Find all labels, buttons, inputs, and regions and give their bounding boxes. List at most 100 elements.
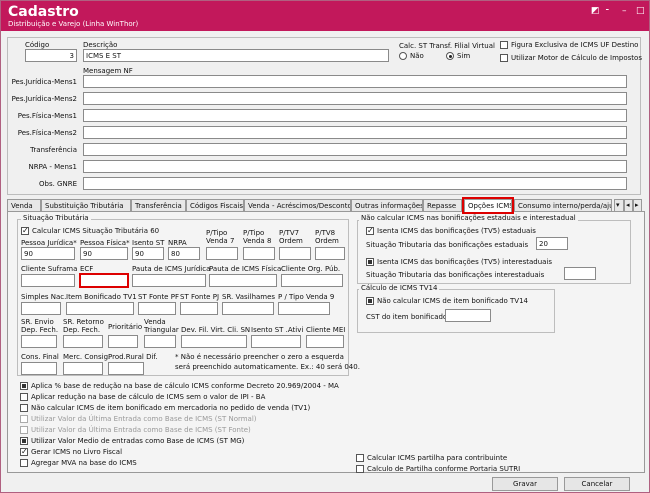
isento-at-label: Isento ST .Ativi xyxy=(251,326,304,334)
prioritario-label: Prioritário xyxy=(108,323,143,331)
msg-row-label: Pes.Jurídica-Mens2 xyxy=(11,95,77,103)
opt-agregar-label: Agregar MVA na base do ICMS xyxy=(31,459,137,467)
msg-row-label: Pes.Física-Mens1 xyxy=(17,112,77,120)
nao-calc-tv14-checkbox[interactable] xyxy=(366,297,374,305)
tab-opcoes-icms[interactable]: Opções ICMS xyxy=(462,197,514,214)
opt-ult-fonte-checkbox[interactable] xyxy=(20,426,28,434)
ptipo7-input[interactable] xyxy=(206,247,238,260)
msg-pf2-input[interactable] xyxy=(83,126,627,139)
codigo-input[interactable]: 3 xyxy=(25,49,77,62)
minimize-icon[interactable]: – xyxy=(622,6,627,16)
calc-st60-checkbox[interactable] xyxy=(21,226,29,235)
cli-suframa-input[interactable] xyxy=(21,274,75,287)
ptipo8-input[interactable] xyxy=(243,247,275,260)
msg-nrpa-input[interactable] xyxy=(83,160,627,173)
nao-calc-tv14-label: Não calcular ICMS de item bonificado TV1… xyxy=(377,297,528,305)
msg-transf-input[interactable] xyxy=(83,143,627,156)
cancelar-button[interactable]: Cancelar xyxy=(564,477,630,491)
opt-nao-calc-checkbox[interactable] xyxy=(20,404,28,412)
pf-input[interactable]: 90 xyxy=(80,247,128,260)
ptipo8-label: P/Tipo Venda 8 xyxy=(243,229,272,245)
venda-tri-input[interactable] xyxy=(144,335,176,348)
dev-fil-input[interactable] xyxy=(181,335,247,348)
pauta-pf-input[interactable] xyxy=(209,274,277,287)
dev-fil-label: Dev. Fil. Virt. Cli. SN xyxy=(181,326,251,334)
window-subtitle: Distribuição e Varejo (Linha WinThor) xyxy=(8,20,139,28)
codigo-label: Código xyxy=(25,41,50,49)
opt-gerar-checkbox[interactable] xyxy=(20,447,28,456)
motor-calculo-checkbox[interactable] xyxy=(500,54,508,62)
ptv7-input[interactable] xyxy=(279,247,311,260)
cli-suframa-label: Cliente Suframa xyxy=(21,265,78,273)
options-icon[interactable]: ⁃ xyxy=(605,6,610,16)
opt-medio-label: Utilizar Valor Medio de entradas como Ba… xyxy=(31,437,245,445)
sr-envio-input[interactable] xyxy=(21,335,57,348)
isenta-est-checkbox[interactable] xyxy=(366,226,374,235)
figura-exclusiva-label: Figura Exclusiva de ICMS UF Destino xyxy=(511,41,639,49)
ptv8-input[interactable] xyxy=(315,247,345,260)
sr-ret-input[interactable] xyxy=(63,335,103,348)
prioritario-input[interactable] xyxy=(108,335,138,348)
pj-label: Pessoa Jurídica* xyxy=(21,239,77,247)
cst-tv14-input[interactable] xyxy=(445,309,491,322)
ptv7-label: P/TV7 Ordem xyxy=(279,229,303,245)
opt-aplica-checkbox[interactable] xyxy=(20,382,28,390)
maximize-icon[interactable]: □ xyxy=(636,6,645,16)
nao-radio[interactable] xyxy=(399,52,407,60)
partilha-checkbox[interactable] xyxy=(356,454,364,462)
cons-label: Cons. Final xyxy=(21,353,59,361)
opt-ult-fonte-label: Utilizar Valor da Última Entrada como Ba… xyxy=(31,426,251,434)
ptipo9-input[interactable] xyxy=(278,302,330,315)
msg-row-label: NRPA - Mens1 xyxy=(28,163,77,171)
cons-input[interactable] xyxy=(21,362,57,375)
partilha-sutri-checkbox[interactable] xyxy=(356,465,364,473)
isento-input[interactable]: 90 xyxy=(132,247,164,260)
sit-est-input[interactable]: 20 xyxy=(536,237,568,250)
tv14-title: Cálculo de ICMS TV14 xyxy=(359,284,440,292)
nao-label: Não xyxy=(410,52,424,60)
prod-rural-input[interactable] xyxy=(108,362,144,375)
note-2: será preenchido automaticamente. Ex.: 40… xyxy=(175,363,360,371)
sit-int-input[interactable] xyxy=(564,267,596,280)
isenta-est-label: Isenta ICMS das bonificações (TV5) estad… xyxy=(377,227,536,235)
gravar-button[interactable]: Gravar xyxy=(492,477,558,491)
opt-gerar-label: Gerar ICMS no Livro Fiscal xyxy=(31,448,123,456)
descricao-input[interactable]: ICMS E ST xyxy=(83,49,389,62)
pj-input[interactable]: 90 xyxy=(21,247,75,260)
ecf-highlight xyxy=(79,273,129,288)
msg-row-label: Pes.Jurídica-Mens1 xyxy=(11,78,77,86)
st-pj-input[interactable] xyxy=(180,302,218,315)
msg-gnre-input[interactable] xyxy=(83,177,627,190)
nrpa-input[interactable]: 80 xyxy=(168,247,200,260)
ptipo7-label: P/Tipo Venda 7 xyxy=(206,229,235,245)
sim-radio[interactable] xyxy=(446,52,454,60)
simples-input[interactable] xyxy=(21,302,61,315)
restore-icon[interactable]: ◩ xyxy=(591,6,600,16)
item-bon-input[interactable] xyxy=(66,302,134,315)
isento-at-input[interactable] xyxy=(251,335,301,348)
motor-calculo-label: Utilizar Motor de Cálculo de Impostos xyxy=(511,54,642,62)
cli-org-input[interactable] xyxy=(281,274,343,287)
sr-vas-input[interactable] xyxy=(222,302,274,315)
prod-rural-label: Prod.Rural Dif. xyxy=(108,353,158,361)
bonificacoes-title: Não calcular ICMS nas bonificações estad… xyxy=(359,214,578,222)
merc-input[interactable] xyxy=(63,362,103,375)
isenta-int-checkbox[interactable] xyxy=(366,258,374,266)
opt-ult-normal-checkbox[interactable] xyxy=(20,415,28,423)
opt-medio-checkbox[interactable] xyxy=(20,437,28,445)
opt-aplica-label: Aplica % base de redução na base de cálc… xyxy=(31,382,339,390)
figura-exclusiva-checkbox[interactable] xyxy=(500,41,508,49)
msg-pj2-input[interactable] xyxy=(83,92,627,105)
cli-mei-input[interactable] xyxy=(306,335,344,348)
opt-nao-calc-label: Não calcular ICMS de item bonificado em … xyxy=(31,404,311,412)
pauta-pj-input[interactable] xyxy=(132,274,206,287)
msg-pj1-input[interactable] xyxy=(83,75,627,88)
ecf-label: ECF xyxy=(80,265,94,273)
st-pf-input[interactable] xyxy=(138,302,176,315)
st-pj-label: ST Fonte PJ xyxy=(180,293,220,301)
venda-tri-label: Venda Triangular xyxy=(144,318,179,334)
st-pf-label: ST Fonte PF xyxy=(138,293,179,301)
msg-pf1-input[interactable] xyxy=(83,109,627,122)
opt-agregar-checkbox[interactable] xyxy=(20,459,28,467)
opt-reducao-checkbox[interactable] xyxy=(20,393,28,401)
